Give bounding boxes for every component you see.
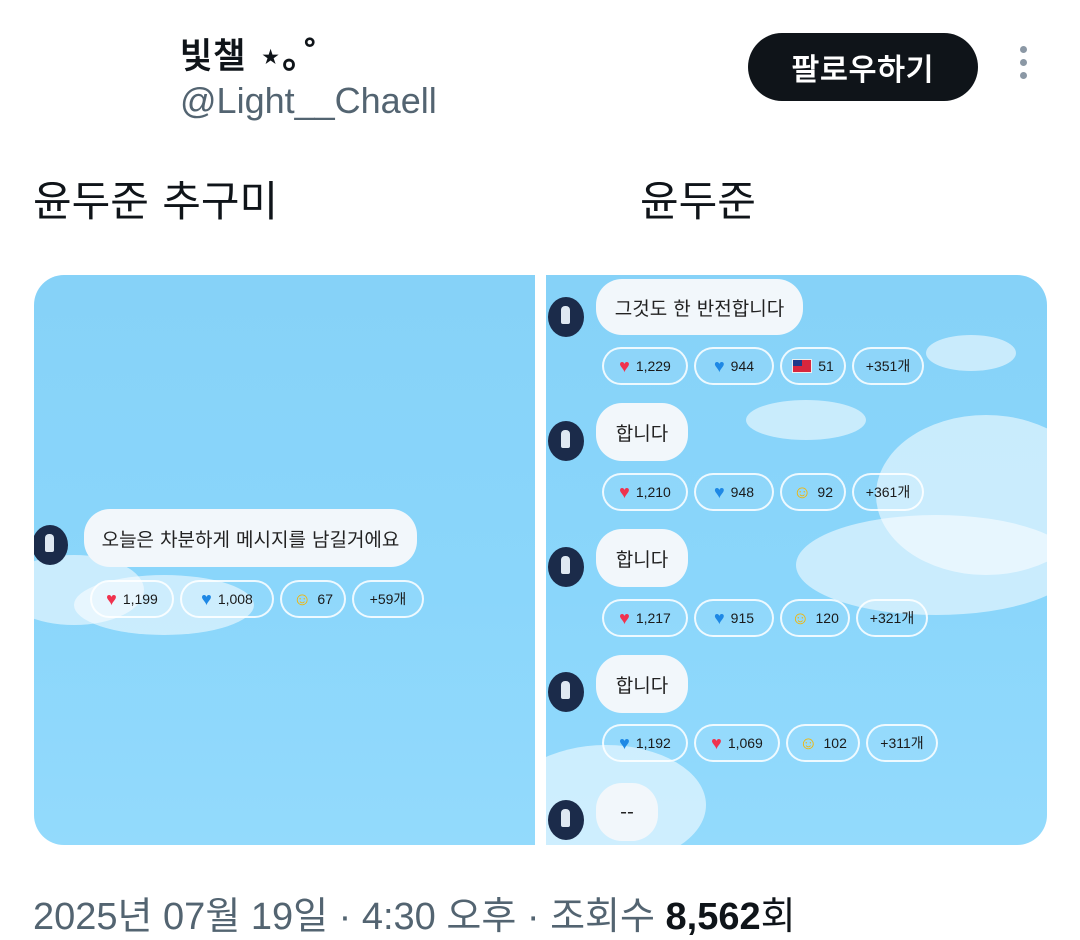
reaction-count: 1,217 [635,610,671,626]
post-date[interactable]: 2025년 07월 19일 [33,896,328,938]
laugh-emoji-icon: ☺ [799,732,818,753]
separator: · [526,896,540,938]
display-name[interactable]: 빛챌 ⋆｡˚ [180,28,320,79]
post-text-right: 윤두준 [640,177,756,226]
heart-red-icon: ♥ [106,588,117,609]
views-unit: 회 [760,896,796,938]
reaction-count: 1,192 [635,735,671,751]
reaction-chip[interactable]: ♥ 915 [694,599,774,637]
flag-taiwan-icon [792,359,813,373]
reaction-count: 915 [730,610,755,626]
reaction-chip[interactable]: ♥ 1,217 [602,599,688,637]
laugh-emoji-icon: ☺ [793,481,812,502]
views-count[interactable]: 8,562 [666,896,761,938]
post-time[interactable]: 4:30 오후 [362,896,516,938]
message-bubble: 합니다 [596,529,688,587]
views-label: 조회수 [550,896,655,938]
reaction-chip[interactable]: ♥ 1,192 [602,724,688,762]
reaction-more-chip[interactable]: +361개 [852,473,924,511]
image-left[interactable]: 오늘은 차분하게 메시지를 남길거에요 ♥ 1,199 ♥ 1,008 ☺ 67 +5… [34,275,535,845]
tweet-header: 빛챌 ⋆｡˚ @Light__Chaell 팔로우하기 [0,0,1080,140]
follow-button[interactable]: 팔로우하기 [748,33,978,101]
avatar [548,297,584,337]
reaction-row: ♥ 1,192 ♥ 1,069 ☺ 102 +311개 [602,724,938,762]
reaction-more-chip[interactable]: +59개 [352,580,424,618]
reaction-count: +321개 [869,610,915,626]
message-bubble: -- [596,783,658,841]
reaction-row: ♥ 1,199 ♥ 1,008 ☺ 67 +59개 [90,580,424,618]
heart-blue-icon: ♥ [713,481,725,502]
reaction-count: 948 [730,484,755,500]
reaction-row: ♥ 1,210 ♥ 948 ☺ 92 +361개 [602,473,924,511]
reaction-chip[interactable]: ♥ 1,199 [90,580,174,618]
post-text-left: 윤두준 추구미 [33,177,279,226]
reaction-count: +361개 [865,484,911,500]
reaction-count: 944 [730,358,755,374]
reaction-row: ♥ 1,229 ♥ 944 51 +351개 [602,347,924,385]
message-bubble: 그것도 한 반전합니다 [596,279,803,335]
reaction-count: 1,069 [727,735,763,751]
reaction-more-chip[interactable]: +311개 [866,724,938,762]
reaction-chip[interactable]: 51 [780,347,846,385]
message-bubble: 합니다 [596,655,688,713]
reaction-chip[interactable]: ♥ 1,229 [602,347,688,385]
reaction-chip[interactable]: ☺ 92 [780,473,846,511]
laugh-emoji-icon: ☺ [293,588,312,609]
reaction-count: 1,229 [635,358,671,374]
reaction-chip[interactable]: ♥ 944 [694,347,774,385]
reaction-more-chip[interactable]: +321개 [856,599,928,637]
reaction-count: 1,210 [635,484,671,500]
message-bubble: 합니다 [596,403,688,461]
heart-blue-icon: ♥ [713,355,725,376]
heart-red-icon: ♥ [619,607,630,628]
more-vertical-icon[interactable] [1012,46,1034,88]
reaction-more-chip[interactable]: +351개 [852,347,924,385]
heart-blue-icon: ♥ [201,588,212,609]
reaction-chip[interactable]: ♥ 1,069 [694,724,780,762]
reaction-chip[interactable]: ♥ 948 [694,473,774,511]
image-right[interactable]: 그것도 한 반전합니다 ♥ 1,229 ♥ 944 51 +351개 합니다 ♥ 1,… [546,275,1047,845]
reaction-chip[interactable]: ☺ 67 [280,580,346,618]
avatar [548,800,584,840]
heart-blue-icon: ♥ [619,732,630,753]
reaction-count: 1,199 [122,591,158,607]
user-handle[interactable]: @Light__Chaell [180,80,437,122]
heart-blue-icon: ♥ [713,607,725,628]
reaction-count: 51 [818,358,834,374]
reaction-chip[interactable]: ☺ 102 [786,724,860,762]
avatar [548,672,584,712]
reaction-count: +311개 [880,735,924,751]
message-bubble: 오늘은 차분하게 메시지를 남길거에요 [84,509,417,567]
reaction-count: 1,008 [217,591,253,607]
reaction-count: 120 [815,610,839,626]
image-divider [535,275,546,845]
laugh-emoji-icon: ☺ [791,607,810,628]
reaction-count: 67 [317,591,333,607]
reaction-count: 102 [823,735,847,751]
reaction-chip[interactable]: ♥ 1,210 [602,473,688,511]
reaction-chip[interactable]: ☺ 120 [780,599,850,637]
heart-red-icon: ♥ [619,481,630,502]
avatar [548,547,584,587]
reaction-row: ♥ 1,217 ♥ 915 ☺ 120 +321개 [602,599,928,637]
reaction-count: 92 [817,484,833,500]
heart-red-icon: ♥ [711,732,722,753]
avatar [548,421,584,461]
heart-red-icon: ♥ [619,355,630,376]
separator: · [338,896,352,938]
reaction-count: +59개 [369,591,407,607]
reaction-chip[interactable]: ♥ 1,008 [180,580,274,618]
tweet-metadata: 2025년 07월 19일 · 4:30 오후 · 조회수 8,562회 [33,885,796,940]
reaction-count: +351개 [865,358,911,374]
media-attachment[interactable]: 오늘은 차분하게 메시지를 남길거에요 ♥ 1,199 ♥ 1,008 ☺ 67 +5… [34,275,1047,845]
